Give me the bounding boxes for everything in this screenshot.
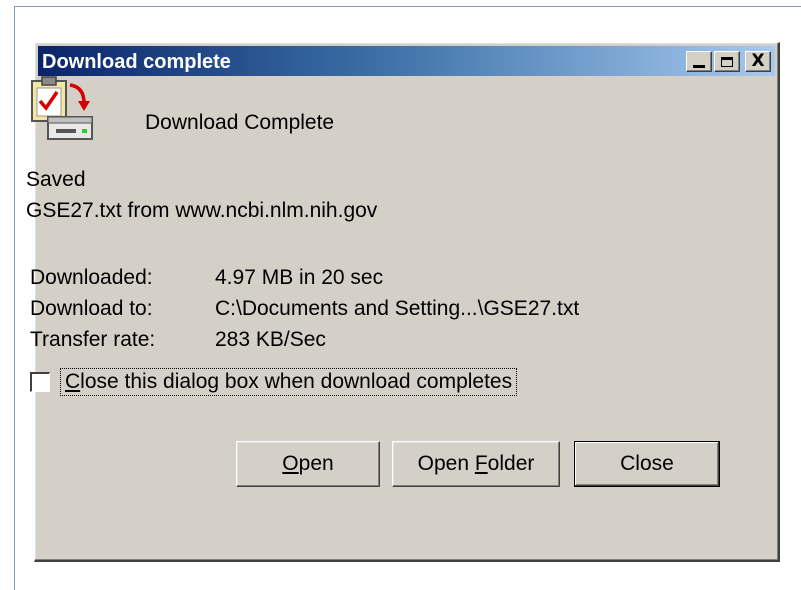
- saved-label: Saved: [26, 168, 86, 191]
- detail-key: Transfer rate:: [30, 328, 156, 351]
- page-edge-top: [14, 6, 801, 7]
- detail-key: Download to:: [30, 297, 153, 320]
- close-label: Close: [620, 452, 674, 475]
- open-folder-label-before: Open: [417, 452, 475, 475]
- label-text: lose this dialog box when download compl…: [80, 370, 513, 393]
- label-mnemonic: C: [65, 370, 81, 393]
- open-mnemonic: O: [282, 452, 299, 475]
- window-title: Download complete: [42, 51, 231, 73]
- download-complete-icon: [26, 75, 98, 145]
- open-folder-mnemonic: F: [474, 452, 488, 475]
- open-folder-label-after: older: [487, 452, 535, 475]
- detail-value: 4.97 MB in 20 sec: [215, 266, 384, 289]
- minimize-button[interactable]: [686, 51, 712, 72]
- saved-file-source: GSE27.txt from www.ncbi.nlm.nih.gov: [26, 199, 378, 222]
- close-window-button[interactable]: X: [745, 51, 771, 72]
- close-icon: X: [751, 51, 765, 71]
- close-button[interactable]: Close: [574, 441, 720, 487]
- open-button[interactable]: Open: [236, 441, 380, 487]
- detail-value: C:\Documents and Setting...\GSE27.txt: [215, 297, 580, 320]
- minimize-icon: [693, 65, 705, 68]
- open-label-rest: pen: [298, 452, 334, 475]
- detail-key: Downloaded:: [30, 266, 153, 289]
- maximize-button[interactable]: [714, 51, 740, 72]
- open-folder-button[interactable]: Open Folder: [392, 441, 560, 487]
- page-edge-left: [14, 6, 15, 590]
- title-bar[interactable]: Download complete X: [38, 46, 775, 76]
- detail-value: 283 KB/Sec: [215, 328, 326, 351]
- download-complete-heading: Download Complete: [145, 111, 335, 134]
- maximize-icon: [721, 56, 733, 67]
- close-on-complete-checkbox[interactable]: [30, 372, 50, 392]
- close-on-complete-label[interactable]: Close this dialog box when download comp…: [60, 368, 518, 396]
